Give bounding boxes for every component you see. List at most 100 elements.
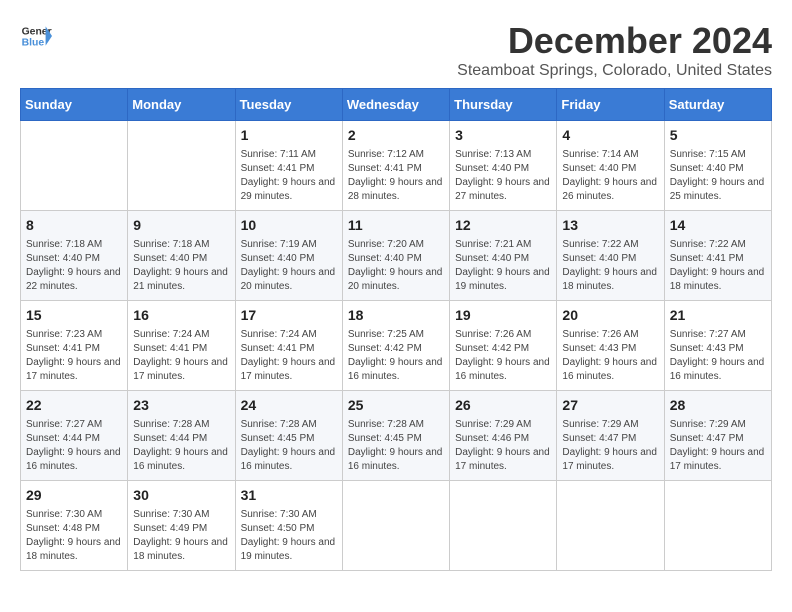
- day-number: 29: [26, 486, 122, 506]
- day-number: 21: [670, 306, 766, 326]
- day-info: Sunrise: 7:22 AMSunset: 4:41 PMDaylight:…: [670, 238, 766, 294]
- calendar-day-cell: 17Sunrise: 7:24 AMSunset: 4:41 PMDayligh…: [235, 301, 342, 391]
- weekday-header-tuesday: Tuesday: [235, 89, 342, 121]
- calendar-day-cell: 25Sunrise: 7:28 AMSunset: 4:45 PMDayligh…: [342, 391, 449, 481]
- day-number: 27: [562, 396, 658, 416]
- calendar-day-cell: 22Sunrise: 7:27 AMSunset: 4:44 PMDayligh…: [21, 391, 128, 481]
- day-number: 4: [562, 126, 658, 146]
- calendar-day-cell: 11Sunrise: 7:20 AMSunset: 4:40 PMDayligh…: [342, 211, 449, 301]
- calendar-week-row: 22Sunrise: 7:27 AMSunset: 4:44 PMDayligh…: [21, 391, 772, 481]
- calendar-day-cell: 24Sunrise: 7:28 AMSunset: 4:45 PMDayligh…: [235, 391, 342, 481]
- day-number: 20: [562, 306, 658, 326]
- calendar-day-cell: 27Sunrise: 7:29 AMSunset: 4:47 PMDayligh…: [557, 391, 664, 481]
- day-number: 17: [241, 306, 337, 326]
- logo: General Blue: [20, 20, 52, 52]
- calendar-day-cell: 12Sunrise: 7:21 AMSunset: 4:40 PMDayligh…: [450, 211, 557, 301]
- svg-text:Blue: Blue: [22, 38, 45, 49]
- day-number: 19: [455, 306, 551, 326]
- day-info: Sunrise: 7:19 AMSunset: 4:40 PMDaylight:…: [241, 238, 337, 294]
- calendar-day-cell: 29Sunrise: 7:30 AMSunset: 4:48 PMDayligh…: [21, 481, 128, 571]
- calendar-day-cell: 13Sunrise: 7:22 AMSunset: 4:40 PMDayligh…: [557, 211, 664, 301]
- day-info: Sunrise: 7:27 AMSunset: 4:44 PMDaylight:…: [26, 418, 122, 474]
- calendar-table: SundayMondayTuesdayWednesdayThursdayFrid…: [20, 88, 772, 571]
- day-number: 31: [241, 486, 337, 506]
- day-info: Sunrise: 7:30 AMSunset: 4:48 PMDaylight:…: [26, 508, 122, 564]
- day-number: 2: [348, 126, 444, 146]
- day-number: 22: [26, 396, 122, 416]
- calendar-day-cell: 21Sunrise: 7:27 AMSunset: 4:43 PMDayligh…: [664, 301, 771, 391]
- day-number: 28: [670, 396, 766, 416]
- day-number: 30: [133, 486, 229, 506]
- day-info: Sunrise: 7:18 AMSunset: 4:40 PMDaylight:…: [133, 238, 229, 294]
- calendar-week-row: 1Sunrise: 7:11 AMSunset: 4:41 PMDaylight…: [21, 121, 772, 211]
- day-info: Sunrise: 7:25 AMSunset: 4:42 PMDaylight:…: [348, 328, 444, 384]
- logo-icon: General Blue: [20, 20, 52, 52]
- calendar-day-cell: 18Sunrise: 7:25 AMSunset: 4:42 PMDayligh…: [342, 301, 449, 391]
- day-number: 14: [670, 216, 766, 236]
- calendar-day-cell: 26Sunrise: 7:29 AMSunset: 4:46 PMDayligh…: [450, 391, 557, 481]
- day-info: Sunrise: 7:30 AMSunset: 4:50 PMDaylight:…: [241, 508, 337, 564]
- day-info: Sunrise: 7:22 AMSunset: 4:40 PMDaylight:…: [562, 238, 658, 294]
- weekday-header-saturday: Saturday: [664, 89, 771, 121]
- calendar-day-cell: 28Sunrise: 7:29 AMSunset: 4:47 PMDayligh…: [664, 391, 771, 481]
- calendar-week-row: 15Sunrise: 7:23 AMSunset: 4:41 PMDayligh…: [21, 301, 772, 391]
- day-number: 8: [26, 216, 122, 236]
- day-number: 10: [241, 216, 337, 236]
- day-number: 18: [348, 306, 444, 326]
- page-header: General Blue December 2024 Steamboat Spr…: [20, 20, 772, 80]
- day-number: 24: [241, 396, 337, 416]
- day-info: Sunrise: 7:26 AMSunset: 4:43 PMDaylight:…: [562, 328, 658, 384]
- calendar-day-cell: 9Sunrise: 7:18 AMSunset: 4:40 PMDaylight…: [128, 211, 235, 301]
- day-info: Sunrise: 7:11 AMSunset: 4:41 PMDaylight:…: [241, 148, 337, 204]
- day-info: Sunrise: 7:24 AMSunset: 4:41 PMDaylight:…: [133, 328, 229, 384]
- calendar-week-row: 29Sunrise: 7:30 AMSunset: 4:48 PMDayligh…: [21, 481, 772, 571]
- day-info: Sunrise: 7:12 AMSunset: 4:41 PMDaylight:…: [348, 148, 444, 204]
- day-info: Sunrise: 7:15 AMSunset: 4:40 PMDaylight:…: [670, 148, 766, 204]
- calendar-day-cell: 3Sunrise: 7:13 AMSunset: 4:40 PMDaylight…: [450, 121, 557, 211]
- calendar-day-cell: 15Sunrise: 7:23 AMSunset: 4:41 PMDayligh…: [21, 301, 128, 391]
- calendar-day-cell: 2Sunrise: 7:12 AMSunset: 4:41 PMDaylight…: [342, 121, 449, 211]
- calendar-empty-cell: [664, 481, 771, 571]
- calendar-day-cell: 4Sunrise: 7:14 AMSunset: 4:40 PMDaylight…: [557, 121, 664, 211]
- day-number: 9: [133, 216, 229, 236]
- calendar-day-cell: 1Sunrise: 7:11 AMSunset: 4:41 PMDaylight…: [235, 121, 342, 211]
- day-number: 12: [455, 216, 551, 236]
- calendar-day-cell: 8Sunrise: 7:18 AMSunset: 4:40 PMDaylight…: [21, 211, 128, 301]
- day-info: Sunrise: 7:26 AMSunset: 4:42 PMDaylight:…: [455, 328, 551, 384]
- day-info: Sunrise: 7:21 AMSunset: 4:40 PMDaylight:…: [455, 238, 551, 294]
- calendar-week-row: 8Sunrise: 7:18 AMSunset: 4:40 PMDaylight…: [21, 211, 772, 301]
- weekday-header-friday: Friday: [557, 89, 664, 121]
- calendar-empty-cell: [342, 481, 449, 571]
- day-info: Sunrise: 7:27 AMSunset: 4:43 PMDaylight:…: [670, 328, 766, 384]
- weekday-header-row: SundayMondayTuesdayWednesdayThursdayFrid…: [21, 89, 772, 121]
- day-number: 26: [455, 396, 551, 416]
- weekday-header-sunday: Sunday: [21, 89, 128, 121]
- calendar-day-cell: 5Sunrise: 7:15 AMSunset: 4:40 PMDaylight…: [664, 121, 771, 211]
- day-number: 11: [348, 216, 444, 236]
- day-number: 16: [133, 306, 229, 326]
- calendar-day-cell: 23Sunrise: 7:28 AMSunset: 4:44 PMDayligh…: [128, 391, 235, 481]
- calendar-empty-cell: [450, 481, 557, 571]
- day-number: 25: [348, 396, 444, 416]
- day-info: Sunrise: 7:28 AMSunset: 4:44 PMDaylight:…: [133, 418, 229, 474]
- day-info: Sunrise: 7:28 AMSunset: 4:45 PMDaylight:…: [241, 418, 337, 474]
- weekday-header-wednesday: Wednesday: [342, 89, 449, 121]
- title-section: December 2024 Steamboat Springs, Colorad…: [457, 20, 772, 80]
- day-info: Sunrise: 7:23 AMSunset: 4:41 PMDaylight:…: [26, 328, 122, 384]
- day-info: Sunrise: 7:14 AMSunset: 4:40 PMDaylight:…: [562, 148, 658, 204]
- calendar-day-cell: 19Sunrise: 7:26 AMSunset: 4:42 PMDayligh…: [450, 301, 557, 391]
- location-title: Steamboat Springs, Colorado, United Stat…: [457, 62, 772, 80]
- calendar-empty-cell: [128, 121, 235, 211]
- day-number: 5: [670, 126, 766, 146]
- day-info: Sunrise: 7:29 AMSunset: 4:46 PMDaylight:…: [455, 418, 551, 474]
- day-info: Sunrise: 7:30 AMSunset: 4:49 PMDaylight:…: [133, 508, 229, 564]
- calendar-empty-cell: [557, 481, 664, 571]
- day-info: Sunrise: 7:13 AMSunset: 4:40 PMDaylight:…: [455, 148, 551, 204]
- day-info: Sunrise: 7:18 AMSunset: 4:40 PMDaylight:…: [26, 238, 122, 294]
- month-title: December 2024: [457, 20, 772, 62]
- day-info: Sunrise: 7:20 AMSunset: 4:40 PMDaylight:…: [348, 238, 444, 294]
- day-info: Sunrise: 7:24 AMSunset: 4:41 PMDaylight:…: [241, 328, 337, 384]
- day-number: 23: [133, 396, 229, 416]
- day-number: 15: [26, 306, 122, 326]
- day-number: 1: [241, 126, 337, 146]
